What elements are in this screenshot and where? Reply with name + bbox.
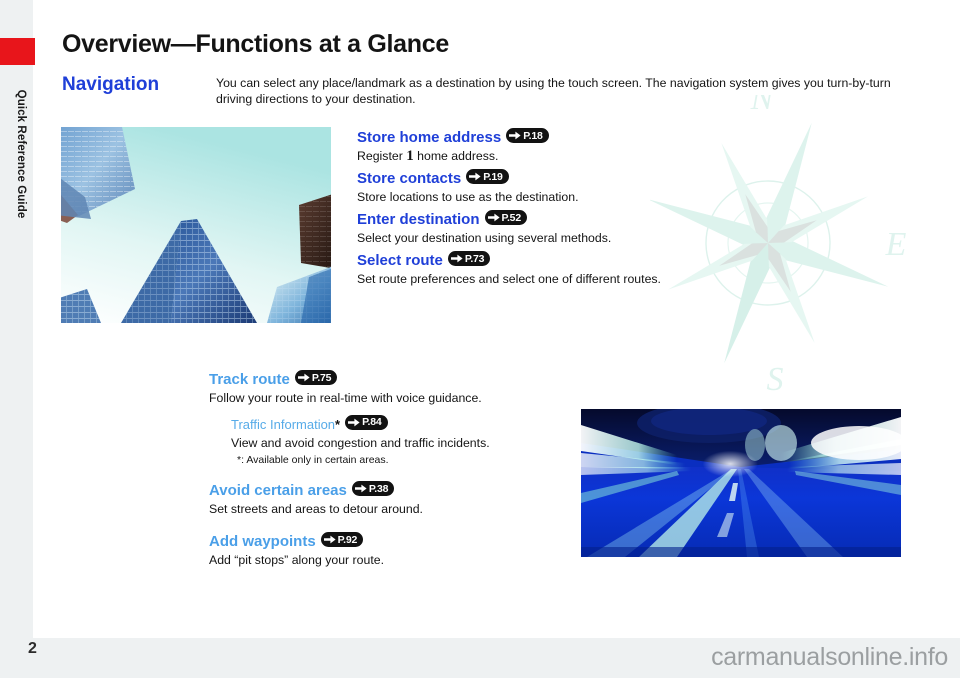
feature-description: Store locations to use as the destinatio… [357,190,579,204]
arrow-right-icon [348,418,360,427]
footnote-star: * [335,417,341,432]
feature-description: Add “pit stops” along your route. [209,553,384,567]
sidebar-tab: Quick Reference Guide [0,0,35,638]
feature-list-top: Store home address P.18 Register 1 home a… [357,128,661,292]
feature-track-route: Track route P.75 Follow your route in rea… [209,370,569,466]
page-ref-label: P.73 [464,252,485,265]
page-ref-badge[interactable]: P.84 [345,415,388,430]
feature-heading-label: Store home address [357,129,502,146]
page-ref-label: P.84 [362,416,382,428]
feature-add-waypoints: Add waypoints P.92 Add “pit stops” along … [209,532,569,568]
page-ref-label: P.38 [368,482,389,495]
page-ref-badge[interactable]: P.18 [506,128,549,143]
feature-description: Set streets and areas to detour around. [209,502,423,516]
feature-heading: Select route P.73 [357,251,661,270]
feature-heading-label: Avoid certain areas [209,482,347,499]
feature-store-contacts: Store contacts P.19 Store locations to us… [357,169,661,205]
desc-emphasis: 1 [406,148,414,164]
page-ref-label: P.18 [523,129,543,142]
page-ref-label: P.19 [483,170,503,183]
feature-heading: Avoid certain areas P.38 [209,481,569,500]
feature-heading: Enter destination P.52 [357,210,661,229]
feature-heading: Add waypoints P.92 [209,532,569,551]
feature-heading: Store contacts P.19 [357,169,661,188]
feature-description: Register 1 home address. [357,148,661,164]
page-number: 2 [28,640,37,657]
page-ref-label: P.75 [311,371,332,384]
desc-part-1: Register [357,149,407,163]
page-title: Overview—Functions at a Glance [62,30,449,58]
feature-avoid-certain-areas: Avoid certain areas P.38 Set streets and … [209,481,569,517]
feature-heading-label: Select route [357,252,443,269]
feature-heading: Track route P.75 [209,370,569,389]
arrow-right-icon [450,254,463,263]
section-intro-text: You can select any place/landmark as a d… [216,76,891,106]
arrow-right-icon [354,484,367,493]
feature-heading-label: Enter destination [357,211,480,228]
page-ref-badge[interactable]: P.73 [447,251,491,266]
feature-store-home-address: Store home address P.18 Register 1 home a… [357,128,661,164]
feature-select-route: Select route P.73 Set route preferences a… [357,251,661,287]
skyscrapers-photo [61,127,331,323]
feature-description: Set route preferences and select one of … [357,272,661,286]
subfeature-heading-label: Traffic Information [231,417,336,432]
feature-enter-destination: Enter destination P.52 Select your destin… [357,210,661,246]
feature-description: Follow your route in real-time with voic… [209,391,482,405]
arrow-right-icon [487,213,500,222]
page-ref-badge[interactable]: P.75 [294,370,338,385]
feature-heading-label: Store contacts [357,170,462,187]
arrow-right-icon [323,535,336,544]
feature-heading-label: Track route [209,371,290,388]
arrow-right-icon [469,172,481,181]
arrow-right-icon [509,131,521,140]
page-ref-label: P.92 [337,533,358,546]
feature-heading-label: Add waypoints [209,533,316,550]
page-ref-badge[interactable]: P.38 [351,481,395,496]
feature-heading: Store home address P.18 [357,128,661,147]
feature-description: Select your destination using several me… [357,231,612,245]
section-title-navigation: Navigation [62,74,160,95]
sidebar-tab-label: Quick Reference Guide [15,89,27,219]
page-ref-badge[interactable]: P.92 [320,532,364,547]
page-ref-label: P.52 [501,211,522,224]
footnote-text: *: Available only in certain areas. [237,454,389,466]
subfeature-description: View and avoid congestion and traffic in… [231,436,490,450]
subfeature-heading: Traffic Information* P.84 [231,415,569,433]
desc-part-2: home address. [413,149,499,163]
page-ref-badge[interactable]: P.52 [484,210,527,225]
subfeature-traffic-information: Traffic Information* P.84 View and avoid … [231,415,569,466]
feature-list-bottom: Track route P.75 Follow your route in rea… [209,370,569,583]
highway-tunnel-motion-blur-photo [581,409,901,557]
site-watermark: carmanualsonline.info [711,643,948,671]
page-ref-badge[interactable]: P.19 [466,169,509,184]
arrow-right-icon [297,373,310,382]
